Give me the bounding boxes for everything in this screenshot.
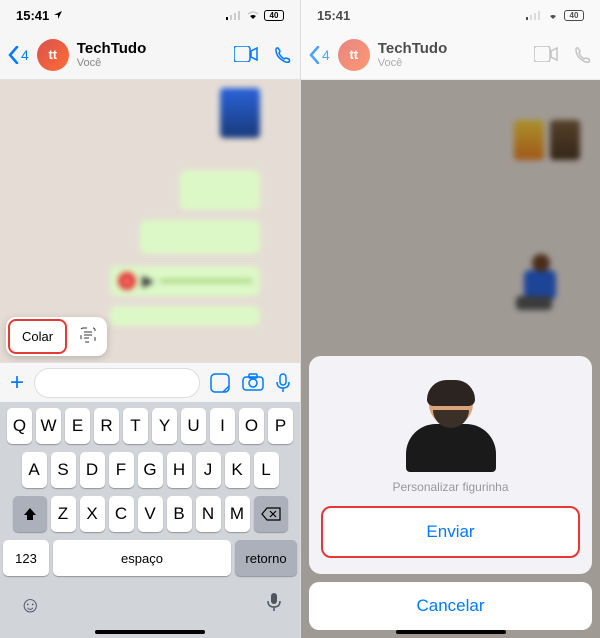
camera-icon[interactable] — [242, 373, 264, 391]
status-bar: 15:41 40 — [301, 0, 600, 30]
battery-icon: 40 — [264, 10, 284, 21]
key-d[interactable]: D — [80, 452, 105, 488]
sticker-message — [220, 88, 260, 138]
cancel-button[interactable]: Cancelar — [309, 582, 592, 630]
contact-status: Você — [378, 57, 534, 69]
mic-icon: ● — [118, 272, 136, 290]
key-x[interactable]: X — [80, 496, 105, 532]
space-key[interactable]: espaço — [53, 540, 231, 576]
backspace-key[interactable] — [254, 496, 288, 532]
return-key[interactable]: retorno — [235, 540, 297, 576]
avatar[interactable]: tt — [338, 39, 370, 71]
back-button[interactable]: 4 — [309, 46, 330, 64]
key-g[interactable]: G — [138, 452, 163, 488]
key-y[interactable]: Y — [152, 408, 177, 444]
input-bar: + — [0, 362, 300, 402]
chat-header: 4 tt TechTudo Você — [0, 30, 300, 80]
wifi-icon — [546, 10, 560, 20]
backspace-icon — [261, 507, 281, 521]
key-q[interactable]: Q — [7, 408, 32, 444]
chat-header: 4 tt TechTudo Você — [301, 30, 600, 80]
mic-icon — [267, 592, 281, 612]
voice-message: ● ▶ — [110, 266, 260, 296]
dictation-button[interactable] — [267, 592, 281, 618]
key-n[interactable]: N — [196, 496, 221, 532]
mic-icon[interactable] — [276, 373, 290, 393]
numbers-key[interactable]: 123 — [3, 540, 49, 576]
message-bubble — [180, 170, 260, 210]
chat-area: Personalizar figurinha Enviar Cancelar — [301, 80, 600, 638]
scan-text-button[interactable] — [69, 318, 107, 355]
sticker-icon[interactable] — [210, 373, 230, 393]
chevron-left-icon — [8, 46, 19, 64]
back-button[interactable]: 4 — [8, 46, 29, 64]
key-c[interactable]: C — [109, 496, 134, 532]
key-t[interactable]: T — [123, 408, 148, 444]
contact-name: TechTudo — [378, 40, 534, 57]
contact-info[interactable]: TechTudo Você — [378, 40, 534, 69]
message-bubble — [110, 306, 260, 326]
scan-icon — [79, 326, 97, 344]
send-button[interactable]: Enviar — [321, 506, 580, 558]
contact-info[interactable]: TechTudo Você — [77, 40, 234, 69]
home-indicator[interactable] — [95, 630, 205, 634]
phone-call-icon[interactable] — [274, 46, 292, 64]
chevron-left-icon — [309, 46, 320, 64]
key-l[interactable]: L — [254, 452, 279, 488]
key-z[interactable]: Z — [51, 496, 76, 532]
contact-name: TechTudo — [77, 40, 234, 57]
back-count: 4 — [21, 47, 29, 63]
back-count: 4 — [322, 47, 330, 63]
signal-icon — [226, 10, 242, 20]
attach-button[interactable]: + — [10, 369, 24, 397]
key-f[interactable]: F — [109, 452, 134, 488]
key-h[interactable]: H — [167, 452, 192, 488]
action-sheet: Personalizar figurinha Enviar Cancelar — [301, 348, 600, 638]
key-u[interactable]: U — [181, 408, 206, 444]
key-m[interactable]: M — [225, 496, 250, 532]
emoji-button[interactable]: ☺ — [19, 592, 41, 618]
key-s[interactable]: S — [51, 452, 76, 488]
key-b[interactable]: B — [167, 496, 192, 532]
message-bubble — [140, 220, 260, 254]
home-indicator[interactable] — [396, 630, 506, 634]
battery-icon: 40 — [564, 10, 584, 21]
avatar[interactable]: tt — [37, 39, 69, 71]
status-time: 15:41 — [16, 8, 49, 23]
context-menu: Colar — [6, 317, 107, 356]
location-icon — [53, 10, 63, 20]
status-bar: 15:41 40 — [0, 0, 300, 30]
keyboard: QWERTYUIOP ASDFGHJKL ZXCVBNM 123 espaço … — [0, 402, 300, 638]
phone-call-icon[interactable] — [574, 46, 592, 64]
chat-area[interactable]: ● ▶ Colar — [0, 80, 300, 362]
paste-button[interactable]: Colar — [8, 319, 67, 354]
shift-key[interactable] — [13, 496, 47, 532]
key-v[interactable]: V — [138, 496, 163, 532]
key-o[interactable]: O — [239, 408, 264, 444]
key-e[interactable]: E — [65, 408, 90, 444]
contact-status: Você — [77, 57, 234, 69]
key-w[interactable]: W — [36, 408, 61, 444]
key-r[interactable]: R — [94, 408, 119, 444]
message-input[interactable] — [34, 368, 200, 398]
wifi-icon — [246, 10, 260, 20]
key-k[interactable]: K — [225, 452, 250, 488]
status-time: 15:41 — [317, 8, 350, 23]
key-j[interactable]: J — [196, 452, 221, 488]
signal-icon — [526, 10, 542, 20]
shift-icon — [22, 506, 38, 522]
sticker-preview — [396, 372, 506, 472]
personalize-sticker-link[interactable]: Personalizar figurinha — [321, 480, 580, 494]
key-i[interactable]: I — [210, 408, 235, 444]
key-a[interactable]: A — [22, 452, 47, 488]
key-p[interactable]: P — [268, 408, 293, 444]
video-call-icon[interactable] — [534, 46, 558, 62]
video-call-icon[interactable] — [234, 46, 258, 62]
